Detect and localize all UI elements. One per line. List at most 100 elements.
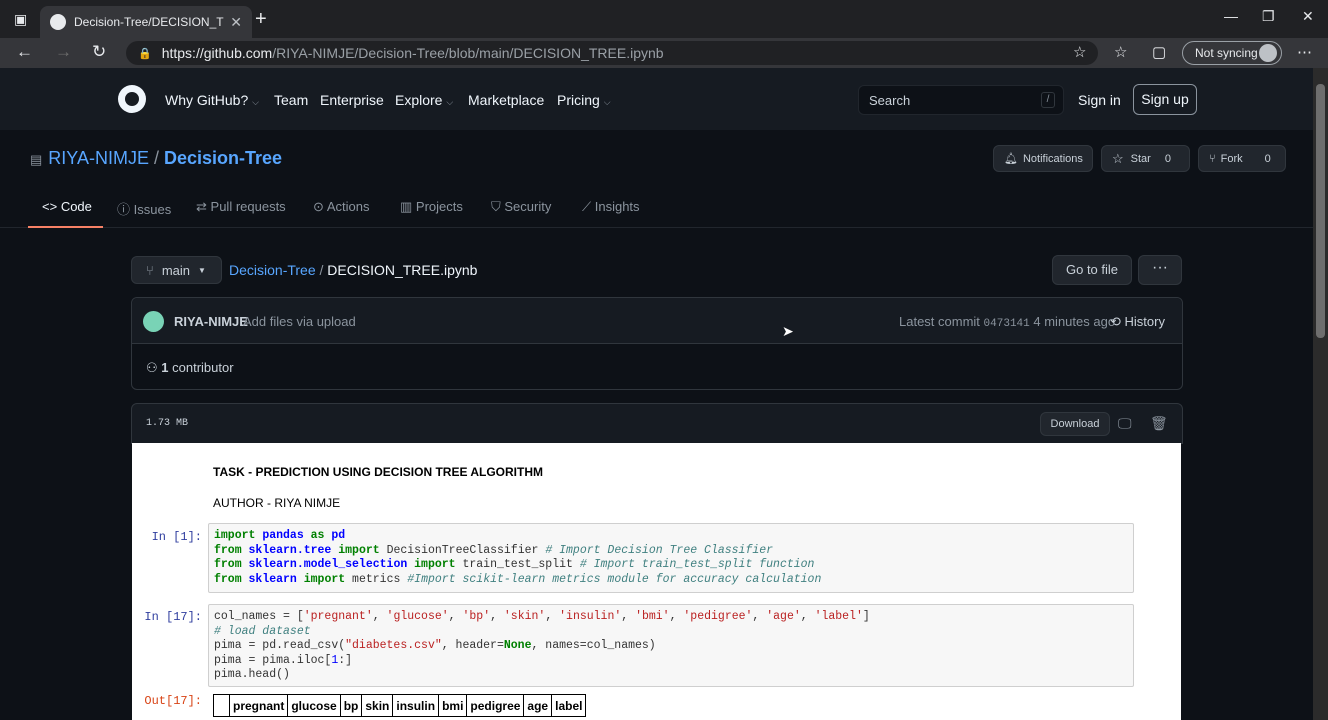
lock-icon: 🔒 — [138, 47, 152, 60]
breadcrumb-separator: / — [319, 262, 324, 278]
profile-sync-button[interactable]: Not syncing — [1182, 41, 1282, 65]
tab-code-label: Code — [60, 199, 92, 214]
tab-pull-requests[interactable]: ⇄ Pull requests — [196, 199, 286, 215]
code-cell: col_names = ['pregnant', 'glucose', 'bp'… — [208, 604, 1134, 687]
shield-icon: ⛉ — [491, 199, 501, 214]
new-tab-button[interactable]: + — [255, 8, 267, 31]
play-icon: ⊙ — [313, 199, 324, 214]
close-tab-icon[interactable]: ✕ — [230, 14, 242, 31]
star-button[interactable]: ☆ Star 0 — [1101, 145, 1190, 172]
project-icon: ▥ — [400, 199, 413, 214]
graph-icon: ⟋ — [582, 199, 592, 214]
scrollbar-thumb[interactable] — [1316, 84, 1325, 338]
back-icon[interactable]: ← — [16, 42, 33, 62]
tab-insights-label: Insights — [594, 199, 640, 214]
contributors-link[interactable]: ⚇ 1 contributor — [146, 360, 234, 376]
browser-tab-title: Decision-Tree/DECISION_TREE.ipynb — [74, 15, 224, 29]
file-size: 1.73 MB — [146, 418, 189, 429]
tab-projects[interactable]: ▥ Projects — [400, 199, 463, 215]
commit-message[interactable]: Add files via upload — [243, 314, 356, 329]
table-header-cell — [213, 694, 230, 717]
collections-icon[interactable]: ▢ — [1152, 43, 1166, 61]
desktop-icon[interactable]: 🖵︎ — [1118, 415, 1132, 432]
favorites-icon[interactable]: ☆ — [1114, 43, 1127, 61]
table-header-cell: label — [551, 694, 587, 717]
avatar[interactable] — [143, 311, 164, 332]
search-input[interactable]: Search / — [858, 85, 1064, 115]
commit-sha[interactable]: 0473141 — [984, 318, 1030, 330]
reload-icon[interactable]: ↻ — [92, 42, 106, 62]
tab-issues[interactable]: ⓘ Issues — [117, 199, 171, 218]
table-header-cell: skin — [361, 694, 394, 717]
star-label: Star — [1130, 152, 1151, 165]
breadcrumb-file-name: DECISION_TREE.ipynb — [327, 262, 478, 278]
more-options-button[interactable]: ··· — [1138, 255, 1182, 285]
history-link[interactable]: ⟲ History — [1110, 314, 1165, 330]
contributors-label: contributor — [172, 360, 234, 375]
close-window-icon[interactable]: ✕ — [1302, 8, 1314, 25]
sync-label: Not syncing — [1195, 46, 1258, 60]
address-bar[interactable]: 🔒 https://github.com/RIYA-NIMJE/Decision… — [126, 41, 1098, 65]
add-favorite-icon[interactable]: ☆ — [1073, 43, 1086, 61]
bell-icon: 🔔︎ — [1004, 153, 1018, 165]
browser-tab-strip: ▣ Decision-Tree/DECISION_TREE.ipynb ✕ + … — [0, 0, 1328, 38]
tab-actions[interactable]: ⊙ Actions — [313, 199, 369, 215]
notebook-author: AUTHOR - RIYA NIMJE — [213, 496, 341, 510]
search-placeholder: Search — [869, 93, 911, 108]
table-header-cell: pedigree — [466, 694, 525, 717]
settings-menu-icon[interactable]: ⋯ — [1297, 43, 1312, 61]
star-icon: ☆ — [1112, 150, 1124, 166]
contributors-count: 1 — [161, 360, 169, 375]
commit-box: RIYA-NIMJE Add files via upload Latest c… — [131, 297, 1183, 390]
commit-time: 4 minutes ago — [1033, 314, 1116, 329]
tab-projects-label: Projects — [415, 199, 463, 214]
people-icon: ⚇ — [146, 360, 158, 375]
restore-icon[interactable]: ❐ — [1262, 8, 1275, 25]
fork-icon: ⑂ — [1209, 152, 1216, 165]
output-table: pregnant glucose bp skin insulin bmi ped… — [213, 694, 587, 717]
sign-up-button[interactable]: Sign up — [1133, 84, 1197, 115]
github-logo-icon[interactable] — [118, 85, 146, 113]
nav-team[interactable]: Team — [274, 92, 308, 108]
tab-code[interactable]: <> Code — [42, 199, 92, 214]
download-button[interactable]: Download — [1040, 412, 1110, 436]
repo-owner-link[interactable]: RIYA-NIMJE — [48, 148, 149, 168]
file-header: 1.73 MB Download 🖵︎ 🗑︎ — [131, 403, 1183, 444]
browser-tab[interactable]: Decision-Tree/DECISION_TREE.ipynb ✕ — [40, 6, 252, 38]
nav-explore-label: Explore — [395, 92, 443, 108]
tab-security[interactable]: ⛉ Security — [491, 199, 551, 215]
issue-icon: ⓘ — [117, 202, 131, 217]
table-header-cell: insulin — [392, 694, 440, 717]
minimize-icon[interactable]: — — [1224, 8, 1238, 24]
go-to-file-button[interactable]: Go to file — [1052, 255, 1132, 285]
forward-icon[interactable]: → — [55, 42, 72, 62]
nav-enterprise[interactable]: Enterprise — [320, 92, 384, 108]
trash-icon[interactable]: 🗑︎ — [1150, 415, 1168, 432]
branch-selector[interactable]: ⑂ main ▼ — [131, 256, 222, 284]
fork-button[interactable]: ⑂ Fork 0 — [1198, 145, 1286, 172]
breadcrumb-repo-link[interactable]: Decision-Tree — [229, 262, 316, 278]
nav-pricing-label: Pricing — [557, 92, 600, 108]
sign-in-link[interactable]: Sign in — [1078, 92, 1121, 108]
nav-why-github[interactable]: Why GitHub? ⌵ — [165, 92, 259, 108]
commit-author[interactable]: RIYA-NIMJE — [174, 314, 248, 329]
latest-commit-prefix: Latest commit — [899, 314, 980, 329]
nav-explore[interactable]: Explore ⌵ — [395, 92, 453, 108]
cell-prompt: In [1]: — [151, 530, 202, 544]
nav-pricing[interactable]: Pricing ⌵ — [557, 92, 611, 108]
repo-name-link[interactable]: Decision-Tree — [164, 148, 282, 168]
code-icon: <> — [42, 199, 58, 214]
github-favicon-icon — [50, 14, 66, 30]
repo-tabs: <> Code ⓘ Issues ⇄ Pull requests ⊙ Actio… — [0, 186, 1313, 228]
page-scrollbar[interactable] — [1313, 68, 1328, 720]
tab-insights[interactable]: ⟋ Insights — [582, 199, 640, 215]
tab-actions-icon[interactable]: ▣ — [14, 11, 27, 28]
active-tab-indicator — [28, 226, 103, 228]
code-cell: import pandas as pd from sklearn.tree im… — [208, 523, 1134, 593]
nav-marketplace[interactable]: Marketplace — [468, 92, 544, 108]
notifications-button[interactable]: 🔔︎ Notifications — [993, 145, 1093, 172]
history-icon: ⟲ — [1110, 314, 1121, 329]
table-header-row: pregnant glucose bp skin insulin bmi ped… — [213, 694, 587, 717]
table-header-cell: pregnant — [228, 694, 289, 717]
latest-commit-info: Latest commit 0473141 4 minutes ago — [899, 314, 1115, 330]
